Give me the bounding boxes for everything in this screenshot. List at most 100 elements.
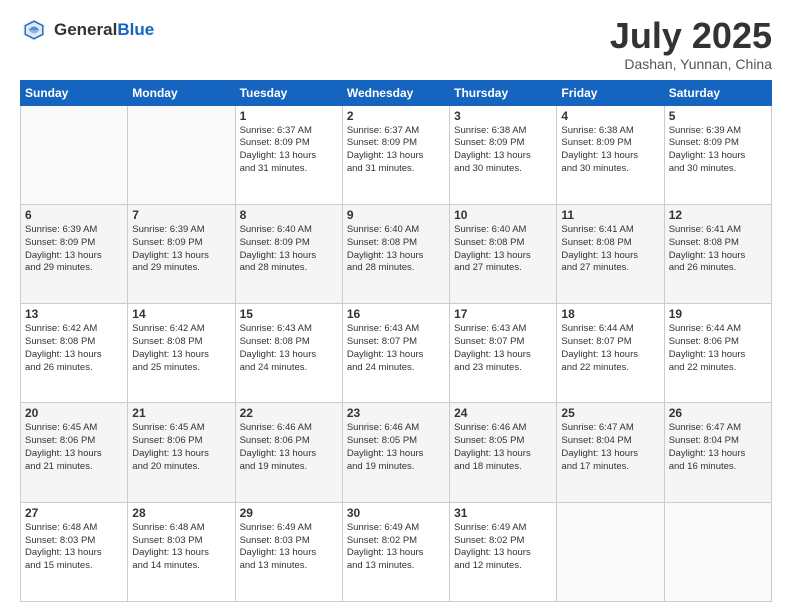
- weekday-header-row: SundayMondayTuesdayWednesdayThursdayFrid…: [21, 80, 772, 105]
- day-cell-10: 10 Sunrise: 6:40 AM Sunset: 8:08 PM Dayli…: [450, 204, 557, 303]
- day-cell-27: 27Sunrise: 6:48 AM Sunset: 8:03 PM Dayli…: [21, 502, 128, 601]
- day-info: Sunrise: 6:39 AM Sunset: 8:09 PM Dayligh…: [669, 125, 767, 176]
- day-cell-18: 18 Sunrise: 6:44 AM Sunset: 8:07 PM Dayli…: [557, 304, 664, 403]
- week-row-4: 27Sunrise: 6:48 AM Sunset: 8:03 PM Dayli…: [21, 502, 772, 601]
- logo-icon: [20, 16, 48, 44]
- day-number: 25: [561, 406, 659, 420]
- day-info: Sunrise: 6:40 AM Sunset: 8:08 PM Dayligh…: [454, 224, 552, 275]
- day-number: 10: [454, 208, 552, 222]
- logo-general: General: [54, 20, 117, 39]
- weekday-header-saturday: Saturday: [664, 80, 771, 105]
- day-info: Sunrise: 6:40 AM Sunset: 8:08 PM Dayligh…: [347, 224, 445, 275]
- day-number: 26: [669, 406, 767, 420]
- day-info: Sunrise: 6:45 AM Sunset: 8:06 PM Dayligh…: [25, 422, 123, 473]
- day-number: 17: [454, 307, 552, 321]
- day-info: Sunrise: 6:40 AM Sunset: 8:09 PM Dayligh…: [240, 224, 338, 275]
- weekday-header-friday: Friday: [557, 80, 664, 105]
- day-info: Sunrise: 6:37 AM Sunset: 8:09 PM Dayligh…: [347, 125, 445, 176]
- empty-cell: [128, 105, 235, 204]
- day-info: Sunrise: 6:38 AM Sunset: 8:09 PM Dayligh…: [561, 125, 659, 176]
- day-info: Sunrise: 6:43 AM Sunset: 8:07 PM Dayligh…: [454, 323, 552, 374]
- empty-cell: [21, 105, 128, 204]
- empty-cell: [664, 502, 771, 601]
- day-info: Sunrise: 6:48 AM Sunset: 8:03 PM Dayligh…: [25, 522, 123, 573]
- day-cell-28: 28 Sunrise: 6:48 AM Sunset: 8:03 PM Dayli…: [128, 502, 235, 601]
- day-number: 3: [454, 109, 552, 123]
- day-info: Sunrise: 6:48 AM Sunset: 8:03 PM Dayligh…: [132, 522, 230, 573]
- day-cell-31: 31Sunrise: 6:49 AM Sunset: 8:02 PM Dayli…: [450, 502, 557, 601]
- day-info: Sunrise: 6:39 AM Sunset: 8:09 PM Dayligh…: [25, 224, 123, 275]
- empty-cell: [557, 502, 664, 601]
- day-number: 5: [669, 109, 767, 123]
- day-number: 11: [561, 208, 659, 222]
- week-row-1: 6 Sunrise: 6:39 AM Sunset: 8:09 PM Daylig…: [21, 204, 772, 303]
- calendar-table: SundayMondayTuesdayWednesdayThursdayFrid…: [20, 80, 772, 602]
- day-number: 28: [132, 506, 230, 520]
- day-number: 29: [240, 506, 338, 520]
- weekday-header-thursday: Thursday: [450, 80, 557, 105]
- day-number: 7: [132, 208, 230, 222]
- week-row-3: 20 Sunrise: 6:45 AM Sunset: 8:06 PM Dayli…: [21, 403, 772, 502]
- logo-text: GeneralBlue: [54, 20, 154, 40]
- day-number: 30: [347, 506, 445, 520]
- day-cell-21: 21Sunrise: 6:45 AM Sunset: 8:06 PM Dayli…: [128, 403, 235, 502]
- day-number: 1: [240, 109, 338, 123]
- day-info: Sunrise: 6:46 AM Sunset: 8:05 PM Dayligh…: [347, 422, 445, 473]
- day-cell-5: 5 Sunrise: 6:39 AM Sunset: 8:09 PM Daylig…: [664, 105, 771, 204]
- day-number: 20: [25, 406, 123, 420]
- day-info: Sunrise: 6:49 AM Sunset: 8:02 PM Dayligh…: [347, 522, 445, 573]
- weekday-header-tuesday: Tuesday: [235, 80, 342, 105]
- day-cell-15: 15Sunrise: 6:43 AM Sunset: 8:08 PM Dayli…: [235, 304, 342, 403]
- day-cell-7: 7 Sunrise: 6:39 AM Sunset: 8:09 PM Daylig…: [128, 204, 235, 303]
- day-info: Sunrise: 6:44 AM Sunset: 8:07 PM Dayligh…: [561, 323, 659, 374]
- day-info: Sunrise: 6:37 AM Sunset: 8:09 PM Dayligh…: [240, 125, 338, 176]
- page: GeneralBlue July 2025 Dashan, Yunnan, Ch…: [0, 0, 792, 612]
- day-info: Sunrise: 6:43 AM Sunset: 8:08 PM Dayligh…: [240, 323, 338, 374]
- day-info: Sunrise: 6:39 AM Sunset: 8:09 PM Dayligh…: [132, 224, 230, 275]
- day-cell-2: 2 Sunrise: 6:37 AM Sunset: 8:09 PM Daylig…: [342, 105, 449, 204]
- day-cell-30: 30 Sunrise: 6:49 AM Sunset: 8:02 PM Dayli…: [342, 502, 449, 601]
- day-number: 19: [669, 307, 767, 321]
- day-info: Sunrise: 6:41 AM Sunset: 8:08 PM Dayligh…: [561, 224, 659, 275]
- day-cell-22: 22Sunrise: 6:46 AM Sunset: 8:06 PM Dayli…: [235, 403, 342, 502]
- day-info: Sunrise: 6:44 AM Sunset: 8:06 PM Dayligh…: [669, 323, 767, 374]
- day-info: Sunrise: 6:45 AM Sunset: 8:06 PM Dayligh…: [132, 422, 230, 473]
- title-block: July 2025 Dashan, Yunnan, China: [610, 16, 772, 72]
- day-number: 2: [347, 109, 445, 123]
- day-cell-25: 25Sunrise: 6:47 AM Sunset: 8:04 PM Dayli…: [557, 403, 664, 502]
- week-row-0: 1 Sunrise: 6:37 AM Sunset: 8:09 PM Daylig…: [21, 105, 772, 204]
- day-number: 14: [132, 307, 230, 321]
- day-cell-20: 20 Sunrise: 6:45 AM Sunset: 8:06 PM Dayli…: [21, 403, 128, 502]
- day-number: 24: [454, 406, 552, 420]
- day-number: 13: [25, 307, 123, 321]
- day-info: Sunrise: 6:38 AM Sunset: 8:09 PM Dayligh…: [454, 125, 552, 176]
- weekday-header-monday: Monday: [128, 80, 235, 105]
- day-info: Sunrise: 6:43 AM Sunset: 8:07 PM Dayligh…: [347, 323, 445, 374]
- day-cell-24: 24 Sunrise: 6:46 AM Sunset: 8:05 PM Dayli…: [450, 403, 557, 502]
- day-cell-1: 1 Sunrise: 6:37 AM Sunset: 8:09 PM Daylig…: [235, 105, 342, 204]
- day-info: Sunrise: 6:46 AM Sunset: 8:06 PM Dayligh…: [240, 422, 338, 473]
- day-number: 4: [561, 109, 659, 123]
- day-cell-19: 19 Sunrise: 6:44 AM Sunset: 8:06 PM Dayli…: [664, 304, 771, 403]
- day-cell-14: 14Sunrise: 6:42 AM Sunset: 8:08 PM Dayli…: [128, 304, 235, 403]
- day-cell-13: 13Sunrise: 6:42 AM Sunset: 8:08 PM Dayli…: [21, 304, 128, 403]
- day-cell-8: 8 Sunrise: 6:40 AM Sunset: 8:09 PM Daylig…: [235, 204, 342, 303]
- day-info: Sunrise: 6:47 AM Sunset: 8:04 PM Dayligh…: [669, 422, 767, 473]
- day-cell-6: 6 Sunrise: 6:39 AM Sunset: 8:09 PM Daylig…: [21, 204, 128, 303]
- day-number: 16: [347, 307, 445, 321]
- day-number: 23: [347, 406, 445, 420]
- day-cell-9: 9Sunrise: 6:40 AM Sunset: 8:08 PM Daylig…: [342, 204, 449, 303]
- day-number: 8: [240, 208, 338, 222]
- weekday-header-wednesday: Wednesday: [342, 80, 449, 105]
- week-row-2: 13Sunrise: 6:42 AM Sunset: 8:08 PM Dayli…: [21, 304, 772, 403]
- day-number: 18: [561, 307, 659, 321]
- day-info: Sunrise: 6:49 AM Sunset: 8:03 PM Dayligh…: [240, 522, 338, 573]
- day-cell-17: 17 Sunrise: 6:43 AM Sunset: 8:07 PM Dayli…: [450, 304, 557, 403]
- day-number: 6: [25, 208, 123, 222]
- day-info: Sunrise: 6:46 AM Sunset: 8:05 PM Dayligh…: [454, 422, 552, 473]
- header: GeneralBlue July 2025 Dashan, Yunnan, Ch…: [20, 16, 772, 72]
- day-cell-11: 11 Sunrise: 6:41 AM Sunset: 8:08 PM Dayli…: [557, 204, 664, 303]
- logo: GeneralBlue: [20, 16, 154, 44]
- day-number: 12: [669, 208, 767, 222]
- day-cell-16: 16 Sunrise: 6:43 AM Sunset: 8:07 PM Dayli…: [342, 304, 449, 403]
